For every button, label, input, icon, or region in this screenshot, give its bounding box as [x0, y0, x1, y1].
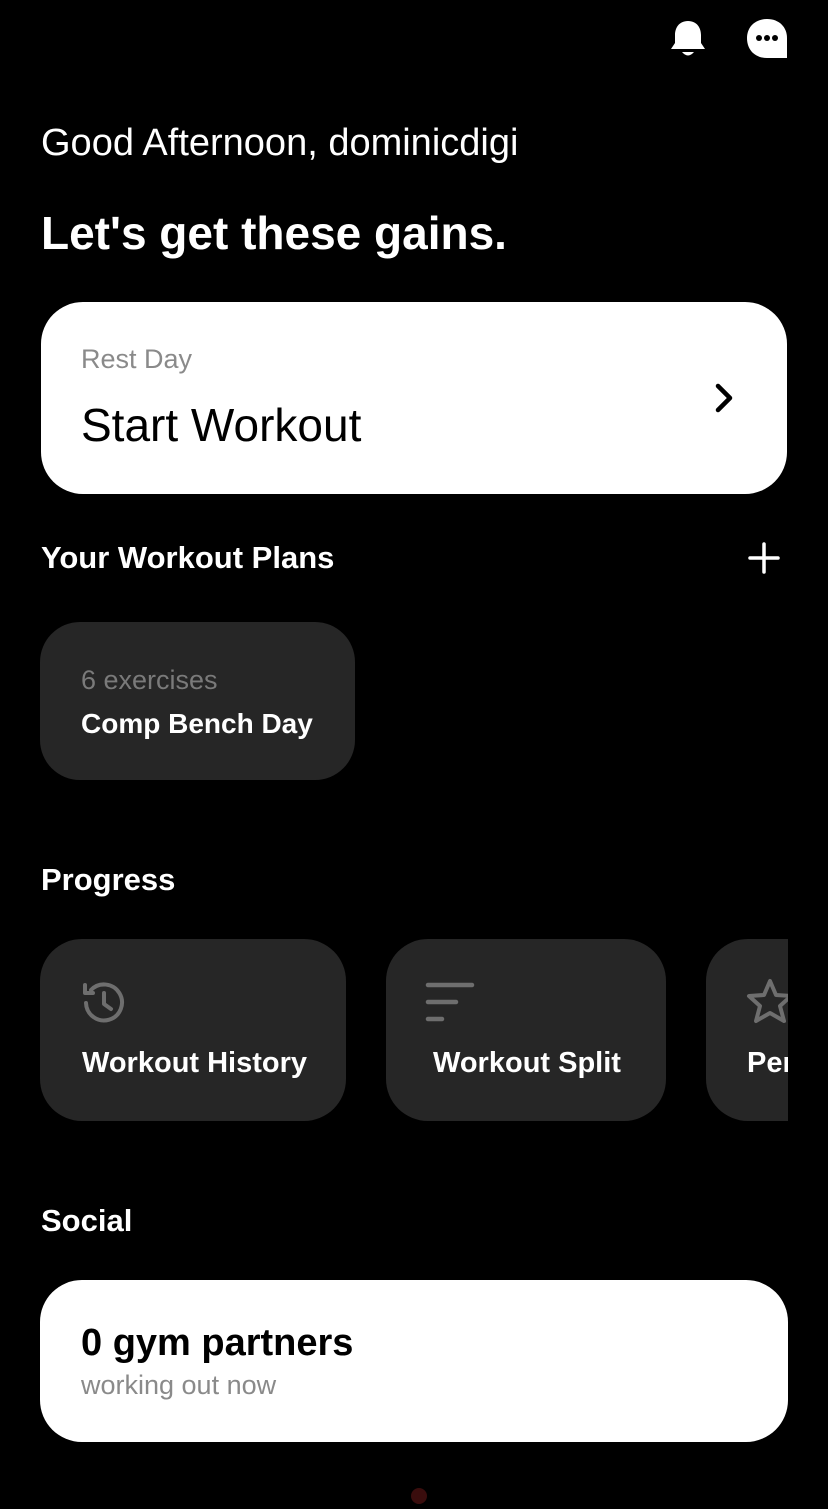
greeting-text: Good Afternoon, dominicdigi — [41, 122, 519, 164]
start-workout-label: Start Workout — [81, 399, 362, 451]
social-title: Social — [41, 1203, 133, 1238]
plan-name: Comp Bench Day — [81, 708, 313, 739]
progress-title: Progress — [41, 862, 176, 897]
gym-partners-card[interactable]: 0 gym partners working out now — [40, 1280, 788, 1442]
start-workout-card[interactable]: Rest Day Start Workout — [41, 302, 787, 494]
workout-history-label: Workout History — [82, 1047, 308, 1079]
bell-icon[interactable] — [667, 18, 709, 60]
split-lines-icon — [425, 982, 475, 1022]
star-icon — [747, 979, 788, 1023]
page-indicator-dot — [411, 1488, 427, 1504]
chevron-right-icon — [715, 383, 733, 413]
plus-icon[interactable] — [744, 538, 784, 578]
personal-records-card[interactable]: Personal Records — [706, 939, 788, 1121]
personal-records-label: Personal Records — [747, 1047, 788, 1079]
gym-partners-status: working out now — [81, 1370, 277, 1400]
workout-plan-card[interactable]: 6 exercises Comp Bench Day — [40, 622, 355, 780]
page-title: Let's get these gains. — [41, 207, 507, 259]
workout-history-card[interactable]: Workout History — [40, 939, 346, 1121]
workout-plans-title: Your Workout Plans — [41, 540, 335, 575]
workout-split-card[interactable]: Workout Split — [386, 939, 666, 1121]
gym-partners-count: 0 gym partners — [81, 1322, 354, 1364]
plan-exercise-count: 6 exercises — [81, 665, 218, 695]
progress-carousel[interactable]: Workout History Workout Split Personal R… — [40, 939, 788, 1121]
history-icon — [83, 982, 124, 1023]
more-icon[interactable] — [746, 18, 788, 60]
rest-day-label: Rest Day — [81, 344, 193, 374]
workout-split-label: Workout Split — [433, 1047, 621, 1079]
